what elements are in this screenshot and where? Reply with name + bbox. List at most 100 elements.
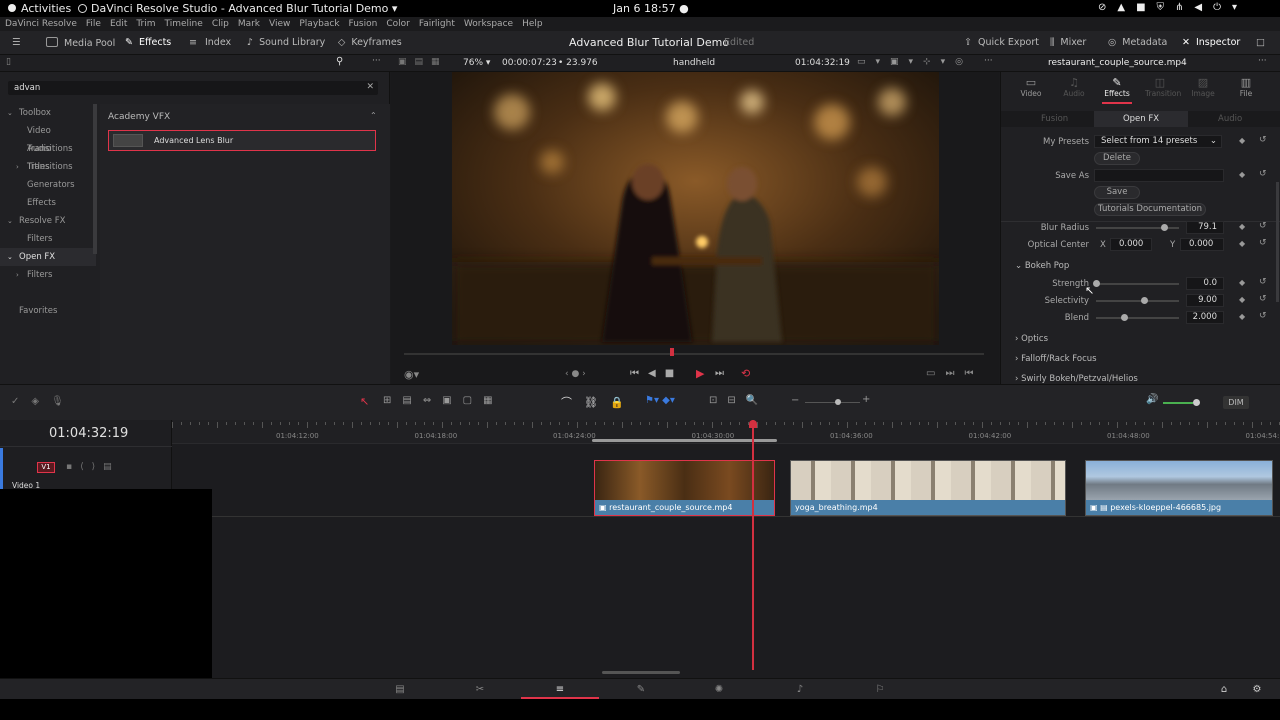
tree-item[interactable]: ⌄ Toolbox <box>0 104 96 122</box>
mixer-button[interactable]: ⫼ Mixer <box>1050 37 1086 48</box>
panel-icon[interactable]: ▯ <box>6 57 11 67</box>
track-v1-badge[interactable]: V1 <box>37 462 55 473</box>
play-button[interactable]: ▶ <box>696 367 704 380</box>
media-page-icon[interactable]: ▤ <box>393 684 407 695</box>
snap-link-lock-icons[interactable]: ⌒⛓🔒 <box>561 394 636 410</box>
viewer-option-icons[interactable]: ▭▾▣▾⊹▾◎ <box>857 57 973 67</box>
effect-item-advanced-lens-blur[interactable]: Advanced Lens Blur <box>108 130 376 151</box>
delete-button[interactable]: Delete <box>1094 152 1140 165</box>
zoom-slider[interactable] <box>805 402 860 403</box>
keyframe-icon[interactable]: ◆ <box>1239 222 1245 231</box>
inspector-options-icon[interactable]: ··· <box>1258 56 1267 66</box>
zoom-out-icon[interactable]: − <box>791 395 799 406</box>
timeline-timecode[interactable]: 01:04:32:19 <box>49 426 128 441</box>
menu-item[interactable]: Timeline <box>165 19 203 29</box>
zoom-icons[interactable]: ⊡⊟🔍 <box>709 395 768 406</box>
section-bokeh-pop[interactable]: ⌄ Bokeh Pop <box>1015 261 1069 271</box>
blend-slider[interactable] <box>1096 317 1179 319</box>
playback-mode-icon[interactable]: ◉▾ <box>404 368 419 381</box>
volume-knob[interactable] <box>1193 399 1200 406</box>
tree-item[interactable]: Generators <box>0 176 96 194</box>
jog-control[interactable]: ‹ ● › <box>565 369 586 379</box>
section-falloff[interactable]: › Falloff/Rack Focus <box>1015 354 1097 364</box>
maximize-icon[interactable]: □ <box>1256 37 1265 48</box>
reset-icon[interactable]: ↺ <box>1259 169 1267 179</box>
tutorials-button[interactable]: Tutorials Documentation <box>1094 203 1206 216</box>
effects-button[interactable]: ✎ Effects <box>125 37 171 48</box>
sound-library-button[interactable]: ♪ Sound Library <box>247 37 325 48</box>
reset-icon[interactable]: ↺ <box>1259 221 1267 231</box>
save-as-input[interactable] <box>1094 169 1224 182</box>
strength-slider[interactable] <box>1096 283 1179 285</box>
playhead-handle[interactable] <box>749 420 757 428</box>
strength-field[interactable]: 0.0 <box>1186 277 1224 290</box>
menu-item[interactable]: Fusion <box>349 19 378 29</box>
volume-slider[interactable] <box>1163 402 1193 404</box>
blend-knob[interactable] <box>1121 314 1128 321</box>
tree-item[interactable]: Audio Transitions <box>0 140 96 172</box>
menu-item[interactable]: Fairlight <box>419 19 455 29</box>
index-button[interactable]: ≡ Index <box>189 37 231 48</box>
viewer-playhead[interactable] <box>670 348 674 356</box>
menu-item[interactable]: Help <box>522 19 543 29</box>
subtab-fusion[interactable]: Fusion <box>1041 114 1068 124</box>
viewer-scrubber[interactable] <box>404 353 984 355</box>
menu-item[interactable]: Workspace <box>464 19 513 29</box>
menu-item[interactable]: File <box>86 19 101 29</box>
timeline-playhead[interactable] <box>752 420 754 670</box>
search-icon[interactable]: ⚲ <box>336 56 343 67</box>
tray-icons[interactable]: ⊘▲■⛨⋔◀⏻▾ <box>1098 2 1248 13</box>
tree-item[interactable]: Effects <box>0 194 96 212</box>
blur-radius-field[interactable]: 79.1 <box>1186 221 1224 234</box>
clock[interactable]: Jan 6 18:57 ● <box>613 2 689 15</box>
viewer-options-icon[interactable]: ··· <box>984 56 993 66</box>
keyframes-button[interactable]: ◇ Keyframes <box>338 37 402 48</box>
blur-radius-knob[interactable] <box>1161 224 1168 231</box>
activities-button[interactable]: Activities <box>8 2 71 15</box>
viewer-mode-icons[interactable]: ▣▤▦ <box>398 57 448 67</box>
dim-button[interactable]: DIM <box>1223 396 1249 409</box>
reset-icon[interactable]: ↺ <box>1259 238 1267 248</box>
keyframe-icon[interactable]: ◆ <box>1239 312 1245 321</box>
media-pool-button[interactable]: Media Pool <box>46 37 115 49</box>
fairlight-page-icon[interactable]: ♪ <box>793 684 807 695</box>
clip-restaurant[interactable]: ▣ restaurant_couple_source.mp4 <box>594 460 775 516</box>
subtab-open-fx[interactable]: Open FX <box>1094 111 1188 127</box>
cut-page-icon[interactable]: ✂ <box>473 684 487 695</box>
inspector-tab[interactable]: ▨ Image <box>1188 76 1218 98</box>
tree-item[interactable]: ⌄ Open FX <box>0 248 96 266</box>
menu-item[interactable]: Playback <box>299 19 339 29</box>
reset-icon[interactable]: ↺ <box>1259 311 1267 321</box>
menu-item[interactable]: Mark <box>238 19 260 29</box>
menu-item[interactable]: Trim <box>136 19 155 29</box>
settings-icon[interactable]: ⚙ <box>1250 684 1264 695</box>
fusion-page-icon[interactable]: ✎ <box>634 684 648 695</box>
subtab-audio[interactable]: Audio <box>1218 114 1242 124</box>
clear-search-icon[interactable]: ✕ <box>366 82 374 92</box>
zoom-knob[interactable] <box>835 399 841 405</box>
collapse-icon[interactable]: ⌃ <box>370 111 377 120</box>
reset-icon[interactable]: ↺ <box>1259 277 1267 287</box>
tree-scrollbar[interactable] <box>93 104 97 254</box>
flag-icon[interactable]: ⚑▾ ◆▾ <box>645 395 675 406</box>
tree-item[interactable]: Video Transitions <box>0 122 96 154</box>
fast-forward-icon[interactable]: ⏭ <box>715 368 724 379</box>
optical-center-x[interactable]: 0.000 <box>1110 238 1152 251</box>
track-controls-icons[interactable]: ▪⟨⟩▤ <box>66 462 120 472</box>
inspector-tab[interactable]: ▥ File <box>1231 76 1261 98</box>
menu-item[interactable]: View <box>269 19 290 29</box>
keyframe-icon[interactable]: ◆ <box>1239 170 1245 179</box>
transport-controls[interactable]: ⏮◀■ <box>630 368 683 379</box>
reset-icon[interactable]: ↺ <box>1259 135 1267 145</box>
viewer-clip-name[interactable]: handheld <box>673 58 715 68</box>
tree-item[interactable]: › Filters <box>0 266 96 284</box>
menu-item[interactable]: Clip <box>212 19 229 29</box>
section-swirly[interactable]: › Swirly Bokeh/Petzval/Helios <box>1015 374 1138 384</box>
clip-yoga[interactable]: yoga_breathing.mp4 <box>790 460 1066 516</box>
tree-item[interactable]: Filters <box>0 230 96 248</box>
keyframe-icon[interactable]: ◆ <box>1239 136 1245 145</box>
track-tool-icons[interactable]: ✓◈🎙 <box>11 396 76 407</box>
color-page-icon[interactable]: ✺ <box>712 684 726 695</box>
keyframe-icon[interactable]: ◆ <box>1239 278 1245 287</box>
optical-center-y[interactable]: 0.000 <box>1180 238 1224 251</box>
